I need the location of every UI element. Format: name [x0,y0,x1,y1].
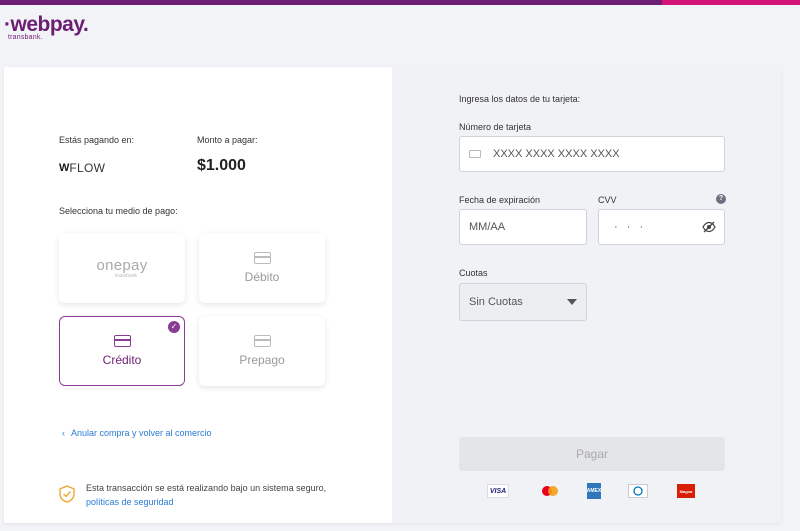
secure-shield-icon [59,485,75,508]
pay-button[interactable]: Pagar [459,437,725,471]
paying-label: Estás pagando en: [59,135,135,145]
installments-value: Sin Cuotas [469,296,523,308]
credit-card-icon [113,335,131,347]
method-onepay[interactable]: onepay transbank [59,233,185,303]
cvv-label: CVV [598,195,617,205]
webpay-logo: ·webpay. transbank. [4,13,89,42]
method-label: Prepago [239,353,285,367]
top-brand-bar [0,0,800,5]
secure-notice: Esta transacción se está realizando bajo… [86,481,326,509]
card-number-input[interactable]: XXXX XXXX XXXX XXXX [459,136,725,172]
card-number-label: Número de tarjeta [459,122,532,132]
merchant-mark-icon: W [59,162,69,174]
card-number-placeholder: XXXX XXXX XXXX XXXX [493,148,620,160]
method-prepaid[interactable]: Prepago [199,316,325,386]
prepaid-card-icon [253,335,271,347]
expiry-placeholder: MM/AA [469,221,506,233]
form-title: Ingresa los datos de tu tarjeta: [459,94,581,104]
onepay-sub: transbank [115,273,137,279]
merchant-logo: W FLOW [59,161,105,175]
chevron-left-icon: ‹ [62,428,65,438]
diners-icon [628,484,648,498]
onepay-logo: onepay [96,257,148,274]
cancel-return-label: Anular compra y volver al comercio [71,428,212,438]
installments-label: Cuotas [459,268,488,278]
top-accent-bar [662,0,800,5]
cvv-input[interactable]: · · · [598,209,725,245]
mastercard-icon [539,484,561,498]
expiry-label: Fecha de expiración [459,195,541,205]
card-field-icon [469,150,481,158]
amount-label: Monto a pagar: [197,135,258,145]
amount-value: $1.000 [197,157,246,174]
expiry-input[interactable]: MM/AA [459,209,587,245]
card-form-pane: Ingresa los datos de tu tarjeta: Número … [392,67,781,523]
magna-icon: Magna [677,484,695,498]
method-credit[interactable]: ✓ Crédito [59,316,185,386]
method-label: Débito [244,270,280,284]
installments-select[interactable]: Sin Cuotas [459,283,587,321]
secure-notice-text: Esta transacción se está realizando bajo… [86,483,327,493]
security-policy-link[interactable]: políticas de seguridad [86,495,326,509]
eye-off-icon[interactable] [702,221,716,236]
merchant-name: FLOW [69,161,106,175]
cancel-return-link[interactable]: ‹ Anular compra y volver al comercio [62,428,212,438]
method-label: Crédito [102,353,142,367]
cvv-help-icon[interactable]: ? [716,194,726,204]
logo-wordmark: ·webpay. [4,13,89,36]
amex-icon: AMEX [587,483,601,499]
method-debit[interactable]: Débito [199,233,325,303]
debit-card-icon [253,252,271,264]
payment-card: Estás pagando en: W FLOW Monto a pagar: … [4,67,781,523]
cvv-placeholder: · · · [614,221,647,233]
caret-down-icon [567,299,577,305]
visa-icon: VISA [487,484,509,498]
select-method-label: Selecciona tu medio de pago: [59,206,178,216]
selected-check-icon: ✓ [168,321,180,333]
